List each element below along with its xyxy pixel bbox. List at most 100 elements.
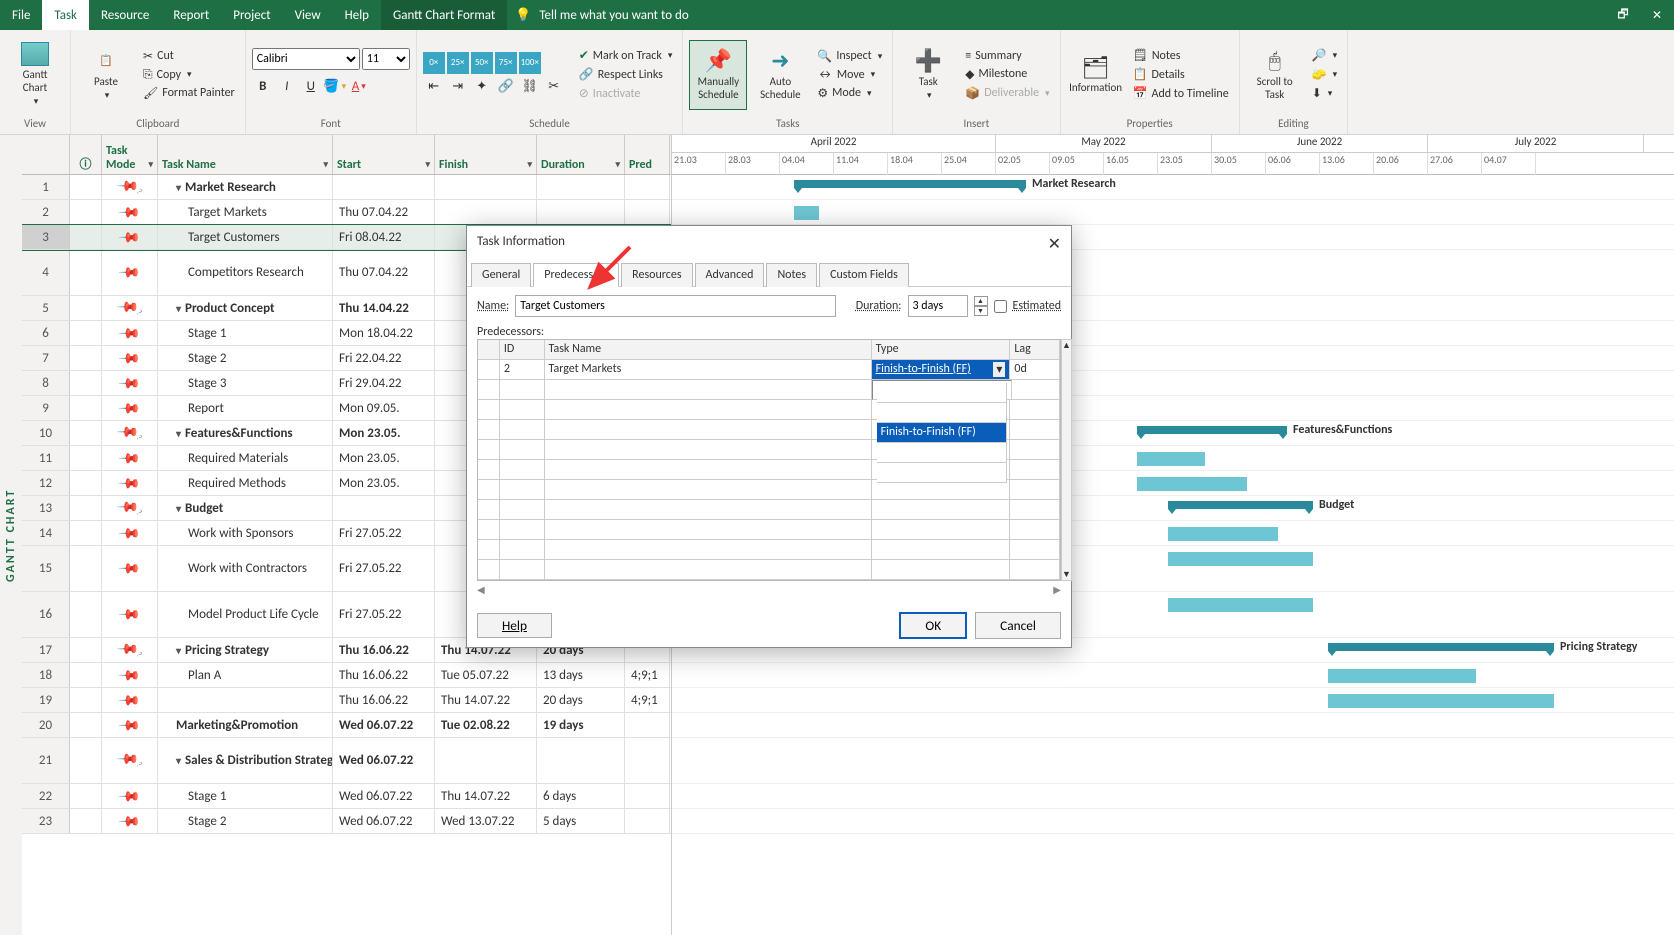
task-name-cell[interactable]: Work with Sponsors <box>158 521 333 545</box>
tab-general[interactable]: General <box>471 263 531 287</box>
tell-me-search[interactable]: 💡 Tell me what you want to do <box>515 8 689 23</box>
insert-task-button[interactable]: ➕ Task <box>899 40 957 110</box>
task-name-cell[interactable]: ▾Market Research <box>158 175 333 199</box>
info-cell[interactable] <box>70 446 102 470</box>
col-task-name[interactable]: Task Name <box>158 135 333 174</box>
info-cell[interactable] <box>70 175 102 199</box>
duration-cell[interactable]: 19 days <box>537 713 625 737</box>
pred-cell[interactable] <box>625 200 670 224</box>
info-cell[interactable] <box>70 346 102 370</box>
duration-input[interactable] <box>908 295 968 317</box>
pred-cell[interactable] <box>625 713 670 737</box>
tab-advanced[interactable]: Advanced <box>695 263 765 287</box>
format-painter-button[interactable]: 🖌Format Painter <box>139 85 239 102</box>
info-cell[interactable] <box>70 738 102 783</box>
task-name-cell[interactable]: ▾Sales & Distribution Strategy <box>158 738 333 783</box>
task-row[interactable]: 18 📌 Plan A Thu 16.06.22 Tue 05.07.22 13… <box>22 663 671 688</box>
type-option-fs[interactable]: Finish-to-Start (FS) <box>877 383 1007 403</box>
row-number[interactable]: 12 <box>22 471 70 495</box>
row-number[interactable]: 11 <box>22 446 70 470</box>
pred-type-cell[interactable]: Finish-to-Finish (FF)▾ Finish-to-Start (… <box>872 360 1011 380</box>
finish-cell[interactable]: Tue 02.08.22 <box>435 713 537 737</box>
finish-cell[interactable]: Thu 14.07.22 <box>435 784 537 808</box>
mode-cell[interactable]: 📌 <box>102 396 158 420</box>
font-color-button[interactable]: A <box>348 76 370 98</box>
finish-cell[interactable] <box>435 738 537 783</box>
start-cell[interactable]: Fri 08.04.22 <box>333 225 435 249</box>
mode-cell[interactable]: 📌 <box>102 496 158 520</box>
mode-cell[interactable]: 📌 <box>102 546 158 591</box>
tab-resources[interactable]: Resources <box>621 263 692 287</box>
dialog-close-button[interactable]: ✕ <box>1048 234 1061 254</box>
row-number[interactable]: 23 <box>22 809 70 833</box>
finish-cell[interactable]: Tue 05.07.22 <box>435 663 537 687</box>
ok-button[interactable]: OK <box>899 612 967 639</box>
cancel-button[interactable]: Cancel <box>975 612 1061 639</box>
row-number[interactable]: 20 <box>22 713 70 737</box>
task-name-cell[interactable]: Target Customers <box>158 225 333 249</box>
mode-cell[interactable]: 📌 <box>102 713 158 737</box>
pct-100-button[interactable]: 100× <box>519 52 541 74</box>
mode-cell[interactable]: 📌 <box>102 663 158 687</box>
split-button[interactable]: ✂ <box>543 76 565 98</box>
start-cell[interactable]: Mon 18.04.22 <box>333 321 435 345</box>
task-name-cell[interactable]: ▾Pricing Strategy <box>158 638 333 662</box>
information-button[interactable]: 🗂 Information <box>1067 40 1125 110</box>
pred-cell[interactable] <box>625 809 670 833</box>
auto-schedule-button[interactable]: ➜ Auto Schedule <box>751 40 809 110</box>
menu-project[interactable]: Project <box>221 0 282 30</box>
pred-col-lag[interactable]: Lag <box>1010 340 1060 360</box>
pred-id-cell[interactable]: 2 <box>500 360 545 380</box>
info-cell[interactable] <box>70 296 102 320</box>
menu-gantt-format[interactable]: Gantt Chart Format <box>381 0 507 30</box>
col-task-mode[interactable]: Task Mode <box>102 135 158 174</box>
duration-cell[interactable]: 5 days <box>537 809 625 833</box>
duration-spinner[interactable]: ▲▼ <box>974 296 988 316</box>
gantt-chart-button[interactable]: Gantt Chart <box>6 40 64 110</box>
start-cell[interactable]: Mon 23.05. <box>333 421 435 445</box>
mode-cell[interactable]: 📌 <box>102 250 158 295</box>
duration-cell[interactable]: 6 days <box>537 784 625 808</box>
mode-cell[interactable]: 📌 <box>102 175 158 199</box>
mode-cell[interactable]: 📌 <box>102 321 158 345</box>
unlink-button[interactable]: ⛓ <box>519 76 541 98</box>
deliverable-button[interactable]: 📦Deliverable <box>961 85 1053 102</box>
task-row[interactable]: 20 📌 Marketing&Promotion Wed 06.07.22 Tu… <box>22 713 671 738</box>
start-cell[interactable]: Thu 07.04.22 <box>333 250 435 295</box>
info-cell[interactable] <box>70 250 102 295</box>
start-cell[interactable]: Thu 16.06.22 <box>333 688 435 712</box>
summary-button[interactable]: ≡Summary <box>961 48 1053 64</box>
mode-cell[interactable]: 📌 <box>102 446 158 470</box>
task-bar[interactable] <box>1328 694 1554 708</box>
col-info[interactable]: ⓘ <box>70 135 102 174</box>
mode-cell[interactable]: 📌 <box>102 809 158 833</box>
underline-button[interactable]: U <box>300 76 322 98</box>
task-row[interactable]: 22 📌 Stage 1 Wed 06.07.22 Thu 14.07.22 6… <box>22 784 671 809</box>
paste-button[interactable]: 📋 Paste <box>77 40 135 110</box>
row-number[interactable]: 21 <box>22 738 70 783</box>
row-number[interactable]: 4 <box>22 250 70 295</box>
task-name-cell[interactable]: Work with Contractors <box>158 546 333 591</box>
start-cell[interactable]: Thu 16.06.22 <box>333 663 435 687</box>
type-option-none[interactable]: (None) <box>877 463 1007 483</box>
help-button[interactable]: Help <box>477 613 552 638</box>
info-cell[interactable] <box>70 225 102 249</box>
notes-button[interactable]: 🗒Notes <box>1129 47 1233 64</box>
col-duration[interactable]: Duration <box>537 135 625 174</box>
menu-report[interactable]: Report <box>161 0 221 30</box>
fill-color-button[interactable]: 🪣 <box>324 76 346 98</box>
summary-bar[interactable]: Features&Functions <box>1137 426 1287 434</box>
mode-cell[interactable]: 📌 <box>102 225 158 249</box>
task-row[interactable]: 21 📌 ▾Sales & Distribution Strategy Wed … <box>22 738 671 784</box>
task-bar[interactable] <box>1328 669 1476 683</box>
col-finish[interactable]: Finish <box>435 135 537 174</box>
menu-help[interactable]: Help <box>333 0 381 30</box>
start-cell[interactable]: Wed 06.07.22 <box>333 784 435 808</box>
row-number[interactable]: 18 <box>22 663 70 687</box>
menu-resource[interactable]: Resource <box>89 0 161 30</box>
info-cell[interactable] <box>70 371 102 395</box>
task-name-cell[interactable]: Stage 3 <box>158 371 333 395</box>
row-number[interactable]: 19 <box>22 688 70 712</box>
mode-button[interactable]: ⚙Mode <box>813 85 886 102</box>
task-name-cell[interactable]: ▾Product Concept <box>158 296 333 320</box>
